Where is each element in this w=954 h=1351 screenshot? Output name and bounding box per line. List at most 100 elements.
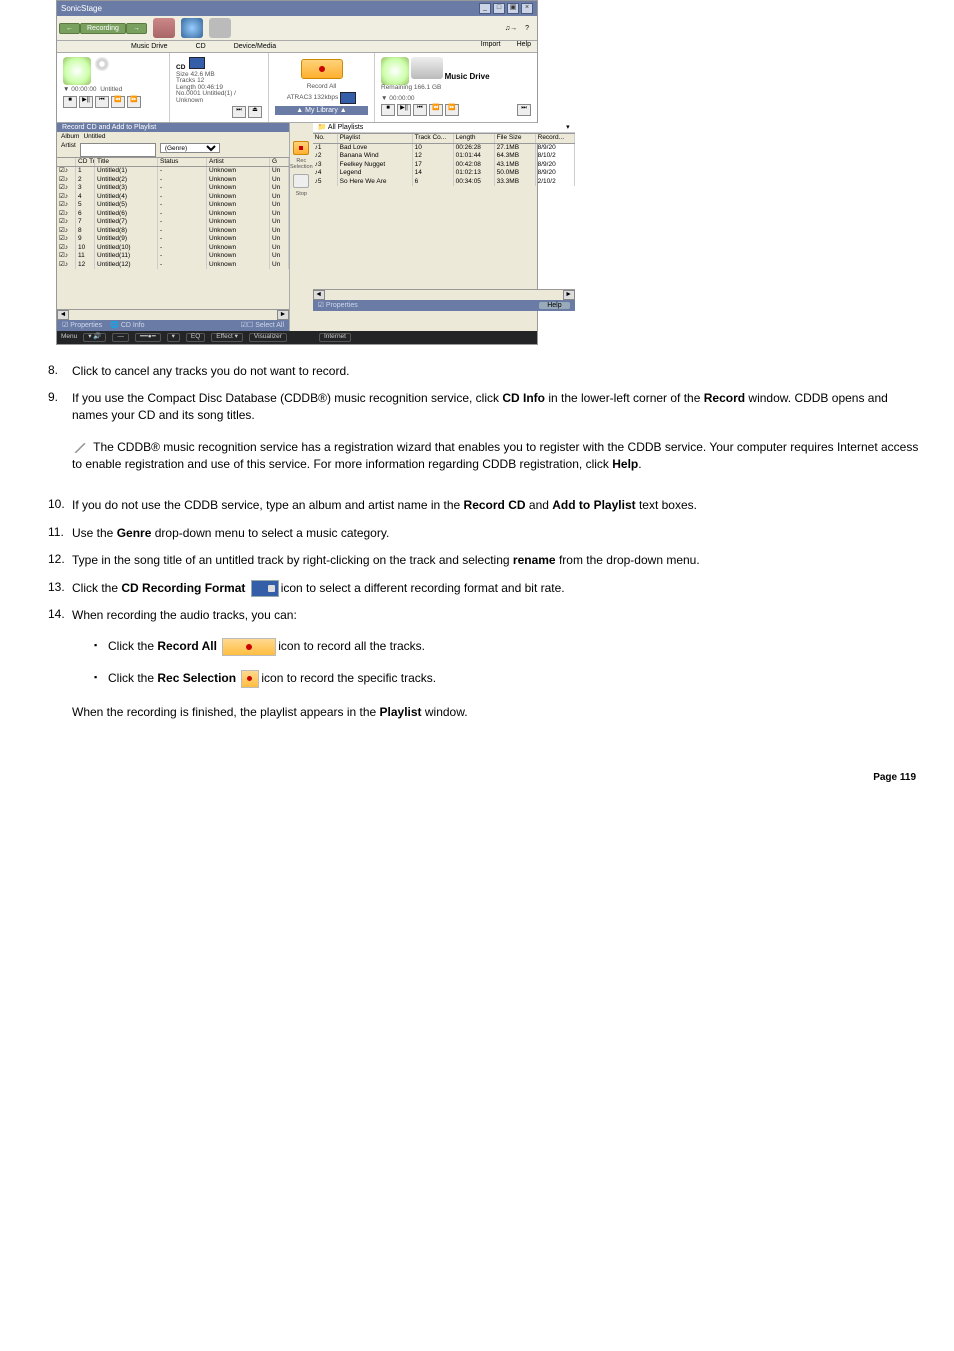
d-rew-btn[interactable]: ⏪ [429, 104, 443, 116]
step-13: Click the CD Recording Format icon to se… [72, 580, 924, 597]
rhscroll-left[interactable]: ◄ [313, 290, 325, 300]
d-next-btn[interactable]: ⏭ [517, 104, 531, 116]
nav-icon-note[interactable] [209, 18, 231, 38]
step-10-num: 10. [48, 497, 72, 514]
tab-music-drive[interactable]: Music Drive [117, 41, 182, 52]
d-play-btn[interactable]: ▶|| [397, 104, 411, 116]
step-12: Type in the song title of an untitled tr… [72, 552, 924, 569]
format-label: ATRAC3 132kbps [287, 95, 339, 102]
nav-forward[interactable]: → [126, 23, 147, 34]
bc-visualizer[interactable]: Visualizer [249, 333, 287, 342]
cd-time: 00:00:00 [71, 86, 96, 93]
cd-label: CD [176, 64, 185, 71]
nav-transfer-icon[interactable]: ♫→ [505, 25, 517, 32]
d-stop-btn[interactable]: ■ [381, 104, 395, 116]
bc-vol[interactable]: ▾ 🔊 [83, 333, 106, 342]
tab-help[interactable]: Help [517, 41, 531, 52]
table-row[interactable]: ☑♪8Untitled(8)-UnknownUn [57, 227, 289, 236]
maximize-icon[interactable]: ▣ [507, 3, 519, 14]
table-row[interactable]: ☑♪9Untitled(9)-UnknownUn [57, 235, 289, 244]
tab-device[interactable]: Device/Media [220, 41, 290, 52]
table-row[interactable]: ☑♪10Untitled(10)-UnknownUn [57, 244, 289, 253]
track-list: ☑♪1Untitled(1)-UnknownUn☑♪2Untitled(2)-U… [57, 167, 289, 269]
table-row[interactable]: ☑♪2Untitled(2)-UnknownUn [57, 176, 289, 185]
drive-icon [411, 57, 443, 79]
col-artist[interactable]: Artist [207, 158, 270, 167]
right-header[interactable]: All Playlists [328, 124, 363, 131]
step-8-num: 8. [48, 363, 72, 380]
next-btn[interactable]: ⏭ [232, 106, 246, 118]
nav-recording[interactable]: Recording [80, 23, 126, 34]
rft-help[interactable]: Help [539, 302, 569, 309]
table-row[interactable]: ♪1Bad Love1000:26:2827.1MB8/9/20 [313, 144, 575, 153]
restore-icon[interactable]: □ [493, 3, 505, 14]
stop-btn[interactable]: ■ [63, 96, 77, 108]
rhscroll-right[interactable]: ► [563, 290, 575, 300]
rcol-trackcount[interactable]: Track Co... [413, 134, 454, 143]
table-row[interactable]: ☑♪4Untitled(4)-UnknownUn [57, 193, 289, 202]
bc-dropdown[interactable]: ▾ [167, 333, 180, 342]
col-g[interactable]: G [270, 158, 289, 167]
table-row[interactable]: ♪5So Here We Are600:34:0533.3MB2/10/2 [313, 178, 575, 187]
table-row[interactable]: ♪2Banana Wind1201:01:4464.3MB8/10/2 [313, 152, 575, 161]
hscroll-left[interactable]: ◄ [57, 310, 69, 320]
col-title[interactable]: Title [95, 158, 158, 167]
page-number: Page 119 [48, 772, 924, 783]
nav-help-icon[interactable]: ? [525, 25, 529, 32]
col-status[interactable]: Status [158, 158, 207, 167]
bc-internet[interactable]: Internet [319, 333, 351, 342]
rec-stop-button[interactable] [293, 174, 309, 188]
table-row[interactable]: ♪4Legend1401:02:1350.0MB8/9/20 [313, 169, 575, 178]
eject-btn[interactable]: ⏏ [248, 106, 262, 118]
table-row[interactable]: ☑♪3Untitled(3)-UnknownUn [57, 184, 289, 193]
tab-cd[interactable]: CD [182, 41, 220, 52]
ffw-btn[interactable]: ⏩ [127, 96, 141, 108]
minimize-icon[interactable]: _ [479, 3, 491, 14]
d-ffw-btn[interactable]: ⏩ [445, 104, 459, 116]
bc-eq[interactable]: EQ [186, 333, 205, 342]
rcol-playlist[interactable]: Playlist [338, 134, 413, 143]
rft-props[interactable]: ☑ Properties [318, 302, 358, 309]
rcol-filesize[interactable]: File Size [495, 134, 536, 143]
table-row[interactable]: ☑♪5Untitled(5)-UnknownUn [57, 201, 289, 210]
step-11-num: 11. [48, 525, 72, 542]
nav-back[interactable]: ← [59, 23, 80, 34]
rew-btn[interactable]: ⏪ [111, 96, 125, 108]
bc-effect[interactable]: Effect ▾ [211, 333, 243, 342]
cd-recording-format-icon[interactable] [189, 57, 205, 69]
col-trackno[interactable]: CD Track # [76, 158, 95, 167]
format-icon[interactable] [340, 92, 356, 104]
table-row[interactable]: ☑♪11Untitled(11)-UnknownUn [57, 252, 289, 261]
ft-cdinfo[interactable]: 🌐 CD Info [110, 322, 144, 329]
bc-menu[interactable]: Menu [61, 334, 77, 341]
record-all-button[interactable] [301, 59, 343, 79]
disc-icon [95, 57, 109, 71]
tab-import[interactable]: Import [481, 41, 501, 52]
table-row[interactable]: ☑♪6Untitled(6)-UnknownUn [57, 210, 289, 219]
nav-bar: ← Recording → ♫→ ? [57, 16, 537, 41]
nav-icon-1[interactable] [153, 18, 175, 38]
table-row[interactable]: ☑♪7Untitled(7)-UnknownUn [57, 218, 289, 227]
close-icon[interactable]: × [521, 3, 533, 14]
rcol-length[interactable]: Length [454, 134, 495, 143]
d-prev-btn[interactable]: ⏮ [413, 104, 427, 116]
table-row[interactable]: ☑♪1Untitled(1)-UnknownUn [57, 167, 289, 176]
genre-select[interactable]: (Genre) [160, 143, 220, 153]
bc-slider[interactable]: ━━●━ [135, 333, 161, 342]
table-row[interactable]: ☑♪12Untitled(12)-UnknownUn [57, 261, 289, 270]
nav-icon-globe[interactable] [181, 18, 203, 38]
play-btn[interactable]: ▶|| [79, 96, 93, 108]
ft-props[interactable]: ☑ Properties [62, 322, 102, 329]
rec-selection-button[interactable] [293, 141, 309, 155]
table-row[interactable]: ♪3Feelkey Nugget1700:42:0843.1MB8/9/20 [313, 161, 575, 170]
bc-mute[interactable]: — [112, 333, 129, 342]
ft-selectall[interactable]: ☑☐ Select All [241, 322, 284, 329]
artist-input[interactable] [80, 143, 156, 157]
rcol-no[interactable]: No. [313, 134, 338, 143]
hscroll-right[interactable]: ► [277, 310, 289, 320]
cd-recording-format-inline-icon [251, 580, 279, 597]
mylib-label[interactable]: My Library [305, 107, 338, 114]
step-9: If you use the Compact Disc Database (CD… [72, 390, 924, 488]
prev-btn[interactable]: ⏮ [95, 96, 109, 108]
rcol-record[interactable]: Record... [536, 134, 575, 143]
